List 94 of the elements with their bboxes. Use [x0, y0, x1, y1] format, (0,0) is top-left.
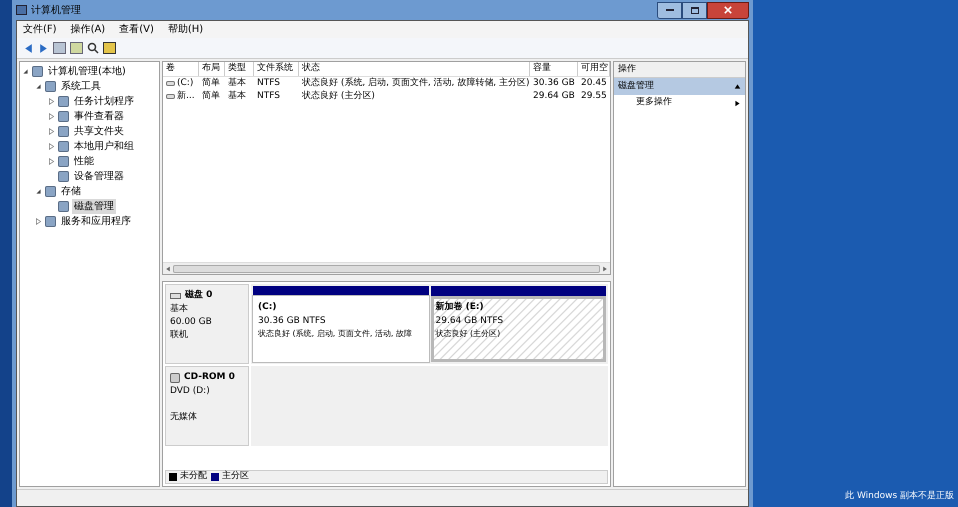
- toolbar-icon[interactable]: [103, 42, 116, 54]
- disk-detail: 联机: [170, 328, 189, 342]
- menu-item[interactable]: 文件(F): [23, 22, 57, 37]
- window-title: 计算机管理: [31, 4, 81, 18]
- legend-label: 未分配: [180, 470, 207, 484]
- folder-icon: [58, 96, 69, 107]
- tree-item[interactable]: 事件查看器: [72, 109, 126, 124]
- collapsed-caret-icon[interactable]: [48, 128, 55, 135]
- table-cell-text: 29.64 GB: [533, 90, 575, 103]
- tree-item[interactable]: 设备管理器: [72, 169, 126, 184]
- expanded-caret-icon[interactable]: [35, 83, 42, 90]
- tree-item[interactable]: 共享文件夹: [72, 124, 126, 139]
- tree-item[interactable]: 存储: [59, 184, 83, 199]
- partition-status: 状态良好 (系统, 启动, 页面文件, 活动, 故障: [258, 328, 414, 340]
- folder-icon: [58, 201, 69, 212]
- column-header[interactable]: 容量: [530, 62, 578, 76]
- legend-label: 主分区: [222, 470, 249, 484]
- menu-item[interactable]: 帮助(H): [168, 22, 204, 37]
- scroll-right-icon[interactable]: [602, 266, 608, 272]
- table-cell-text: 简单: [202, 90, 220, 103]
- folder-icon: [45, 186, 56, 197]
- disk-detail: 60.00 GB: [170, 316, 213, 328]
- table-cell-text: 基本: [228, 90, 246, 103]
- folder-icon: [58, 111, 69, 122]
- column-header[interactable]: 状态: [299, 62, 530, 76]
- table-cell-text: (C:): [177, 76, 194, 90]
- folder-icon: [58, 156, 69, 167]
- collapsed-caret-icon[interactable]: [35, 218, 42, 225]
- expanded-caret-icon[interactable]: [35, 188, 42, 195]
- cd-drive-icon: [170, 372, 180, 383]
- collapsed-caret-icon[interactable]: [48, 158, 55, 165]
- actions-title: 操作: [614, 62, 745, 78]
- folder-icon: [45, 81, 56, 92]
- tree-item[interactable]: 服务和应用程序: [59, 214, 133, 229]
- tree-item[interactable]: 系统工具: [59, 79, 103, 94]
- table-cell-text: 简单: [202, 76, 220, 90]
- close-button[interactable]: [707, 2, 749, 18]
- back-arrow-icon[interactable]: [23, 42, 34, 54]
- horizontal-scrollbar[interactable]: [163, 262, 610, 274]
- folder-icon: [32, 66, 43, 77]
- toolbar-icon[interactable]: [70, 42, 83, 54]
- toolbar-icon[interactable]: [53, 42, 66, 54]
- column-header[interactable]: 布局: [199, 62, 225, 76]
- folder-icon: [45, 216, 56, 227]
- menu-item[interactable]: 操作(A): [70, 22, 106, 37]
- folder-icon: [58, 126, 69, 137]
- expanded-caret-icon[interactable]: [22, 68, 29, 75]
- submenu-arrow-icon: [734, 100, 741, 106]
- disk-detail: DVD (D:): [170, 384, 211, 398]
- disk-detail: 基本: [170, 302, 189, 316]
- folder-icon: [58, 171, 69, 182]
- disk-name: 磁盘 0: [185, 289, 212, 302]
- tree-item[interactable]: 计算机管理(本地): [46, 64, 128, 79]
- table-cell-text: 基本: [228, 76, 246, 90]
- collapse-icon: [734, 83, 741, 90]
- action-item[interactable]: 更多操作: [636, 96, 672, 110]
- collapsed-caret-icon[interactable]: [48, 113, 55, 120]
- table-cell-text: 状态良好 (主分区): [302, 90, 375, 103]
- tree-item[interactable]: 本地用户和组: [72, 139, 136, 154]
- table-cell-text: NTFS: [257, 76, 280, 90]
- actions-section-header[interactable]: 磁盘管理: [614, 78, 745, 95]
- partition-title: (C:): [258, 301, 278, 314]
- folder-icon: [58, 141, 69, 152]
- forward-arrow-icon[interactable]: [38, 42, 49, 54]
- disk-name: CD-ROM 0: [184, 371, 235, 384]
- search-icon[interactable]: [87, 42, 99, 54]
- column-header[interactable]: 可用空: [578, 62, 610, 76]
- column-header[interactable]: 文件系统: [254, 62, 299, 76]
- tree-item[interactable]: 性能: [72, 154, 96, 169]
- scroll-left-icon[interactable]: [165, 266, 171, 272]
- section-label: 磁盘管理: [618, 80, 654, 93]
- desktop-notice: 此 Windows 副本不是正版: [845, 490, 954, 502]
- table-cell-text: 20.45: [581, 76, 607, 90]
- column-header[interactable]: 类型: [225, 62, 254, 76]
- collapsed-caret-icon[interactable]: [48, 98, 55, 105]
- tree-item[interactable]: 磁盘管理: [72, 199, 116, 214]
- collapsed-caret-icon[interactable]: [48, 143, 55, 150]
- partition-title: 新加卷 (E:): [436, 301, 485, 314]
- tree-item[interactable]: 任务计划程序: [72, 94, 136, 109]
- table-cell-text: 30.36 GB: [533, 76, 575, 90]
- partition-status: 状态良好 (主分区): [436, 328, 502, 340]
- partition-size: 30.36 GB NTFS: [258, 314, 327, 328]
- menu-item[interactable]: 查看(V): [119, 22, 154, 37]
- partition-size: 29.64 GB NTFS: [436, 314, 504, 328]
- table-cell-text: 状态良好 (系统, 启动, 页面文件, 活动, 故障转储, 主分区): [302, 76, 530, 90]
- media-status: 无媒体: [170, 410, 198, 424]
- close-icon: [724, 6, 732, 14]
- column-header[interactable]: 卷: [163, 62, 199, 76]
- table-cell-text: 29.55: [581, 90, 607, 103]
- computer-icon: [16, 5, 27, 15]
- table-cell-text: NTFS: [257, 90, 280, 103]
- maximize-button[interactable]: [682, 2, 707, 18]
- table-cell-text: 新...: [177, 90, 195, 103]
- minimize-button[interactable]: [657, 2, 682, 18]
